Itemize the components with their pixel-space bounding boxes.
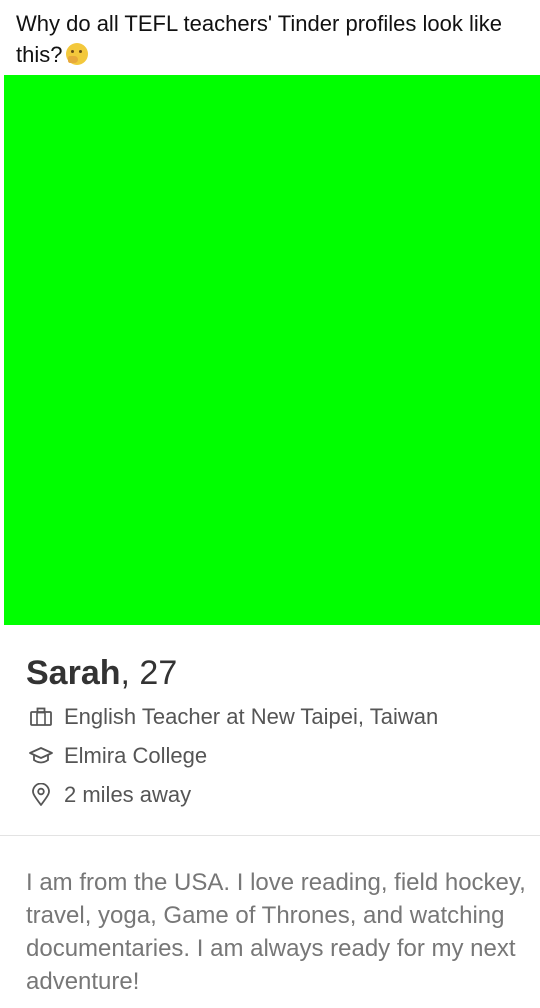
section-divider [0,835,540,836]
profile-age: 27 [139,654,178,692]
profile-card: Sarah, 27 English Teacher at New Taipei,… [0,625,540,1008]
school-row: Elmira College [28,740,207,772]
distance-row: 2 miles away [28,779,191,811]
briefcase-icon [28,704,54,730]
post-caption-text: Why do all TEFL teachers' Tinder profile… [16,11,502,67]
post-caption: Why do all TEFL teachers' Tinder profile… [16,8,526,70]
location-pin-icon [28,782,54,808]
name-age-separator: , [120,654,140,692]
profile-name: Sarah [26,654,121,692]
graduation-cap-icon [28,743,54,769]
profile-photo[interactable] [4,75,540,625]
profile-bio: I am from the USA. I love reading, field… [26,869,526,995]
distance-text: 2 miles away [64,782,192,807]
thinking-face-emoji-icon [66,43,89,65]
school-text: Elmira College [64,743,208,768]
name-age-heading: Sarah, 27 [26,653,177,693]
job-row: English Teacher at New Taipei, Taiwan [28,701,438,733]
job-text: English Teacher at New Taipei, Taiwan [64,704,439,729]
